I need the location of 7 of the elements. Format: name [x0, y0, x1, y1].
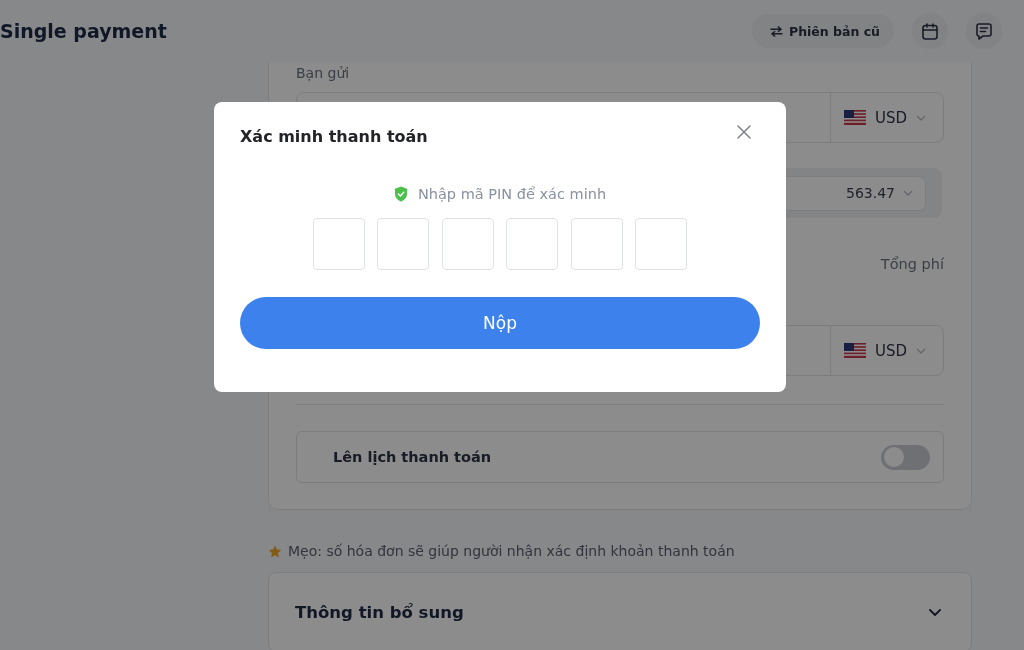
send-label: Bạn gửi: [296, 66, 350, 80]
tip-text: Mẹo: số hóa đơn sẽ giúp người nhận xác định khoản thanh toán: [288, 543, 735, 559]
pin-hint: Nhập mã PIN để xác minh: [417, 186, 607, 202]
page-title: Single payment: [0, 20, 167, 42]
fee-label: Tổng phí: [880, 256, 944, 272]
schedule-label: Lên lịch thanh toán: [333, 449, 492, 465]
dialog-title: Xác minh thanh toán: [240, 126, 428, 146]
